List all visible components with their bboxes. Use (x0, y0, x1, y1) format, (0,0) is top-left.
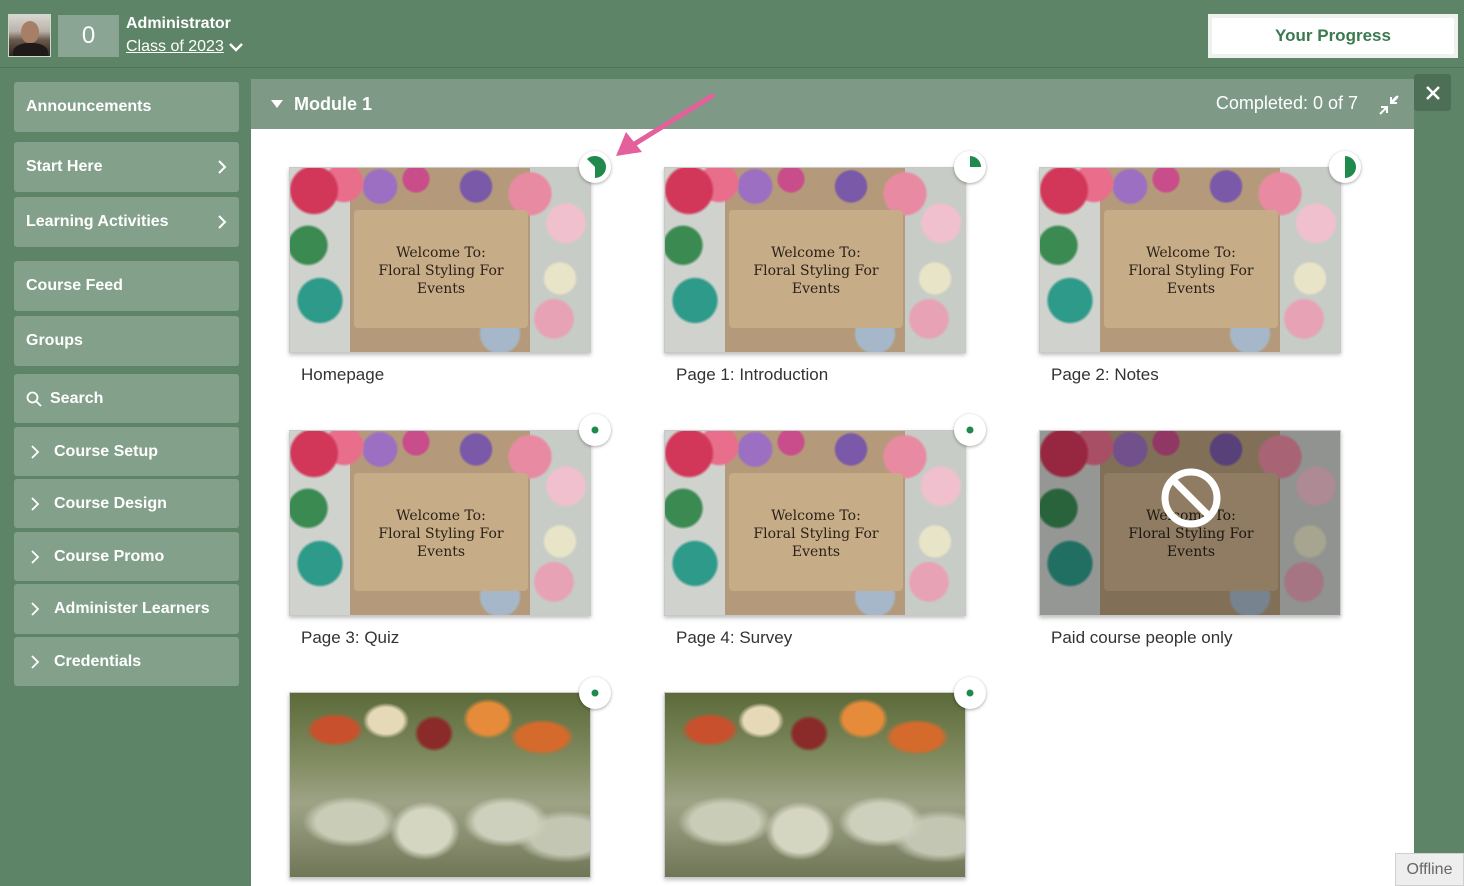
sidebar-item-label: Course Feed (26, 277, 123, 294)
card-title[interactable]: Page 3: Quiz (301, 628, 591, 648)
your-progress-button[interactable]: Your Progress (1208, 14, 1458, 58)
sidebar-item-search[interactable]: Search (14, 374, 239, 423)
card-title[interactable]: Paid course people only (1051, 628, 1341, 648)
points-counter: 0 (58, 15, 119, 57)
card-thumbnail[interactable]: Welcome To: Floral Styling For Events (289, 167, 591, 353)
sidebar-item-groups[interactable]: Groups (14, 316, 239, 366)
chevron-right-icon (218, 160, 227, 174)
content-card[interactable] (664, 692, 966, 878)
annotation-arrow-icon (616, 93, 715, 156)
content-card[interactable]: Welcome To: Floral Styling For Events Page… (289, 430, 591, 648)
class-dropdown[interactable]: Class of 2023 (126, 38, 244, 56)
chevron-right-icon (31, 602, 40, 616)
progress-half-icon (579, 151, 611, 183)
not-started-icon (954, 414, 986, 446)
card-title[interactable]: Homepage (301, 365, 591, 385)
sidebar-item-label: Course Setup (54, 442, 159, 460)
sidebar-item-label: Search (50, 389, 104, 407)
search-icon (26, 391, 42, 407)
top-bar: 0 Administrator Class of 2023 Your Progr… (0, 0, 1464, 68)
content-card-locked[interactable]: Welcome To: Floral Styling For Events Paid… (1039, 430, 1341, 648)
sidebar-item-course-setup[interactable]: Course Setup (14, 427, 239, 476)
content-card[interactable]: Welcome To: Floral Styling For Events Page… (664, 167, 966, 385)
card-title[interactable]: Page 1: Introduction (676, 365, 966, 385)
avatar[interactable] (8, 14, 51, 57)
sidebar-item-label: Course Design (54, 494, 167, 512)
sidebar-item-label: Announcements (26, 98, 152, 115)
module-completed-count: Completed: 0 of 7 (1215, 93, 1358, 113)
not-started-icon (579, 414, 611, 446)
sidebar-item-label: Course Promo (54, 547, 165, 565)
card-thumbnail[interactable]: Welcome To: Floral Styling For Events (1039, 167, 1341, 353)
sidebar-item-announcements[interactable]: Announcements (14, 82, 239, 132)
sidebar-item-administer-learners[interactable]: Administer Learners (14, 584, 239, 634)
card-thumbnail[interactable]: Welcome To: Floral Styling For Events (664, 167, 966, 353)
card-title[interactable]: Page 2: Notes (1051, 365, 1341, 385)
chevron-right-icon (31, 654, 40, 669)
sidebar-item-label: Groups (26, 332, 83, 349)
chevron-right-icon (31, 444, 40, 459)
sidebar-item-label: Learning Activities (26, 213, 169, 230)
content-card[interactable]: Welcome To: Floral Styling For Events Home… (289, 167, 591, 385)
sidebar-item-start-here[interactable]: Start Here (14, 142, 239, 192)
progress-quarter-icon (954, 151, 986, 183)
offline-status-badge[interactable]: Offline (1395, 853, 1464, 886)
card-thumbnail[interactable]: Welcome To: Floral Styling For Events (289, 430, 591, 616)
not-started-icon (579, 677, 611, 709)
thumbnail-caption: Welcome To: Floral Styling For Events (1104, 210, 1278, 328)
sidebar-item-label: Credentials (54, 652, 142, 670)
card-title[interactable]: Page 4: Survey (676, 628, 966, 648)
thumbnail-caption: Welcome To: Floral Styling For Events (729, 210, 903, 328)
thumbnail-caption: Welcome To: Floral Styling For Events (354, 473, 528, 591)
content-card[interactable]: Welcome To: Floral Styling For Events Page… (664, 430, 966, 648)
thumbnail-caption: Welcome To: Floral Styling For Events (354, 210, 528, 328)
caret-down-icon[interactable] (270, 99, 284, 109)
content-card[interactable]: Welcome To: Floral Styling For Events Page… (1039, 167, 1341, 385)
chevron-right-icon (31, 549, 40, 564)
card-thumbnail[interactable] (664, 692, 966, 878)
sidebar-item-credentials[interactable]: Credentials (14, 637, 239, 686)
not-started-icon (954, 677, 986, 709)
module-header[interactable]: Module 1 Completed: 0 of 7 (251, 79, 1414, 129)
class-dropdown-label: Class of 2023 (126, 38, 224, 55)
chevron-right-icon (31, 496, 40, 511)
card-thumbnail[interactable]: Welcome To: Floral Styling For Events (1039, 430, 1341, 616)
card-thumbnail[interactable]: Welcome To: Floral Styling For Events (664, 430, 966, 616)
chevron-right-icon (218, 215, 227, 229)
prohibited-icon (1161, 468, 1221, 528)
sidebar-item-course-design[interactable]: Course Design (14, 479, 239, 528)
close-button[interactable] (1414, 74, 1451, 111)
sidebar-item-course-promo[interactable]: Course Promo (14, 532, 239, 581)
user-role: Administrator (126, 15, 231, 32)
sidebar-item-label: Start Here (26, 158, 103, 175)
module-title: Module 1 (294, 93, 373, 114)
sidebar-item-course-feed[interactable]: Course Feed (14, 261, 239, 311)
sidebar-item-label: Administer Learners (54, 600, 210, 617)
collapse-icon[interactable] (1379, 95, 1399, 115)
progress-half-icon (1329, 151, 1361, 183)
chevron-down-icon (228, 43, 243, 52)
thumbnail-caption: Welcome To: Floral Styling For Events (729, 473, 903, 591)
sidebar-item-learning-activities[interactable]: Learning Activities (14, 197, 239, 247)
card-thumbnail[interactable] (289, 692, 591, 878)
content-card[interactable] (289, 692, 591, 878)
close-icon (1425, 85, 1440, 100)
